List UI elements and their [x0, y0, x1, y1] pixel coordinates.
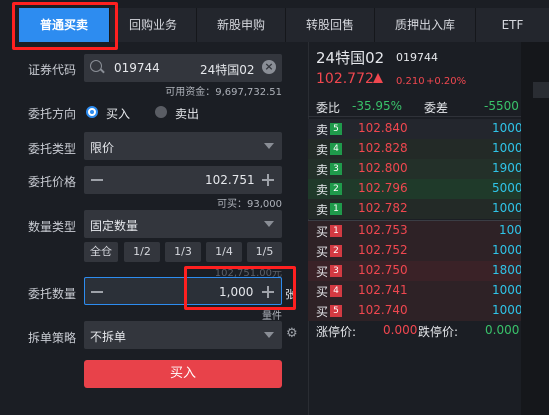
- ask-row-1[interactable]: 卖 1 102.782 1000: [308, 199, 523, 219]
- qty-fifth-button[interactable]: 1/5: [247, 242, 282, 262]
- sell-radio[interactable]: [155, 106, 167, 118]
- limit-up-value: 0.000: [383, 323, 418, 337]
- bid-row-1[interactable]: 买 1 102.753 100: [308, 221, 522, 241]
- split-value: 不拆单: [90, 330, 127, 344]
- chevron-down-icon: [264, 332, 274, 338]
- weibi-label: 委比: [316, 101, 341, 115]
- buy-radio[interactable]: [86, 106, 98, 118]
- qty-type-value: 固定数量: [90, 219, 139, 233]
- plus-icon[interactable]: [262, 174, 274, 186]
- minus-icon[interactable]: [91, 291, 103, 293]
- side-scrollbar[interactable]: [521, 42, 549, 415]
- tab-conversion[interactable]: 转股回售: [286, 8, 375, 42]
- code-value: 019744: [114, 61, 160, 75]
- buy-button[interactable]: 买入: [84, 360, 282, 388]
- quote-change: 0.210: [396, 76, 425, 87]
- tab-etf[interactable]: ETF: [476, 8, 549, 42]
- bid-row-3[interactable]: 买 3 102.750 1800: [308, 261, 523, 281]
- code-label: 证券代码: [28, 63, 77, 77]
- weicha-label: 委差: [424, 101, 449, 115]
- qty-third-button[interactable]: 1/3: [165, 242, 201, 262]
- split-label: 拆单策略: [28, 331, 77, 345]
- qty-label: 委托数量: [28, 287, 77, 301]
- tab-pledge[interactable]: 质押出入库: [375, 8, 476, 42]
- ask-row-2[interactable]: 卖 2 102.796 5000: [308, 179, 523, 199]
- bid-row-2[interactable]: 买 2 102.752 1000: [308, 241, 523, 261]
- limit-up-label: 涨停价:: [316, 325, 357, 339]
- order-type-label: 委托类型: [28, 142, 77, 156]
- highlight-box-qty: [184, 266, 296, 310]
- quote-price: 102.772: [316, 71, 374, 87]
- clear-icon[interactable]: ×: [262, 60, 276, 74]
- search-icon: [90, 60, 102, 72]
- ask-row-5[interactable]: 卖 5 102.840 1000: [308, 119, 523, 139]
- qty-type-label: 数量类型: [28, 220, 77, 234]
- price-value: 102.751: [205, 173, 255, 187]
- chevron-down-icon: [264, 221, 274, 227]
- quote-code: 019744: [396, 51, 438, 64]
- quote-name: 24特国02: [316, 49, 385, 67]
- ask-row-3[interactable]: 卖 3 102.800 1900: [308, 159, 523, 179]
- direction-label: 委托方向: [28, 107, 77, 121]
- buy-radio-label[interactable]: 买入: [106, 105, 130, 122]
- highlight-box-tab: [12, 2, 118, 50]
- code-name: 24特国02: [200, 63, 255, 77]
- limit-down-label: 跌停价:: [418, 325, 459, 339]
- quote-change-pct: +0.20%: [426, 76, 467, 87]
- weicha-value: -5500: [484, 99, 519, 113]
- weibi-value: -35.95%: [352, 99, 403, 113]
- tab-ipo[interactable]: 新股申购: [197, 8, 286, 42]
- qty-all-button[interactable]: 全仓: [84, 242, 118, 262]
- minus-icon[interactable]: [91, 179, 103, 181]
- gear-icon[interactable]: ⚙: [286, 327, 298, 340]
- price-label: 委托价格: [28, 175, 77, 189]
- bid-row-5[interactable]: 买 5 102.740 1000: [308, 301, 523, 321]
- limit-down-value: 0.000: [485, 323, 520, 337]
- available-funds: 可用资金：9,697,732.51: [165, 87, 282, 98]
- buyable-qty: 可买：93,000: [217, 199, 282, 210]
- up-arrow-icon: [373, 73, 383, 83]
- order-type-value: 限价: [90, 141, 115, 155]
- ask-row-4[interactable]: 卖 4 102.828 1000: [308, 139, 523, 159]
- bid-row-4[interactable]: 买 4 102.741 1000: [308, 281, 523, 301]
- chevron-down-icon: [264, 143, 274, 149]
- qty-quarter-button[interactable]: 1/4: [206, 242, 242, 262]
- sell-radio-label[interactable]: 卖出: [175, 105, 199, 122]
- qty-half-button[interactable]: 1/2: [124, 242, 160, 262]
- tab-repo[interactable]: 回购业务: [110, 8, 197, 42]
